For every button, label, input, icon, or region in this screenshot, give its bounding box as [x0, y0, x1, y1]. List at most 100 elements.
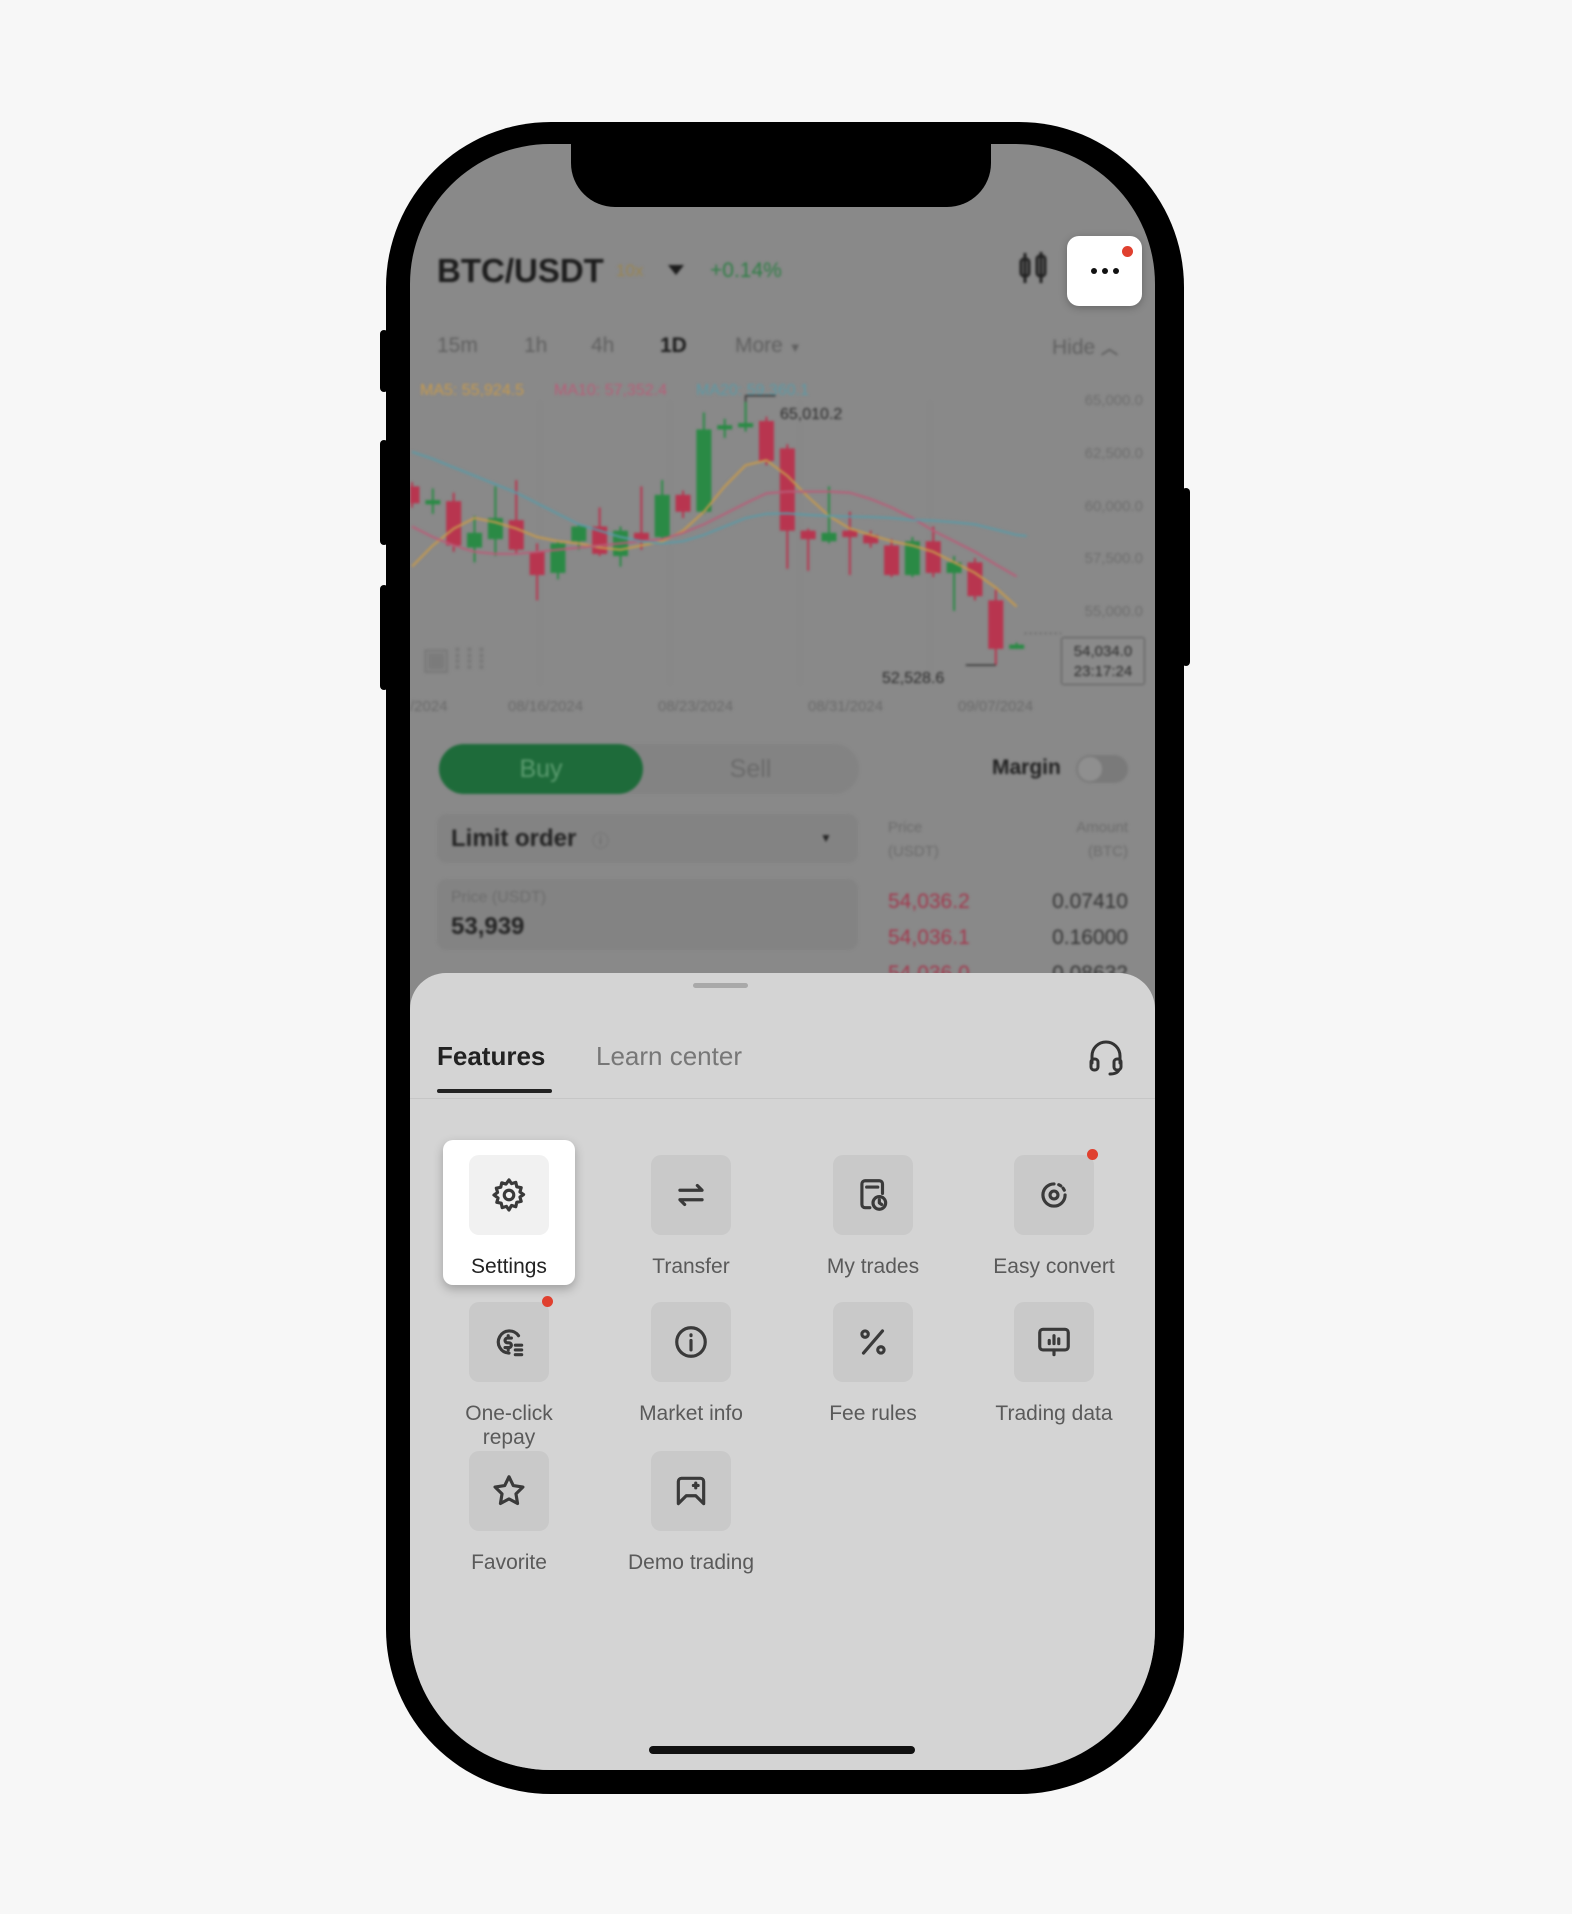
feature-icon-box [469, 1296, 553, 1382]
phone-side-button [380, 330, 388, 392]
margin-label: Margin [992, 756, 1061, 779]
notification-badge [1087, 1149, 1098, 1160]
x-tick: /2024 [410, 698, 448, 715]
caret-down-icon: ▼ [820, 831, 832, 845]
header-line: Price [888, 819, 923, 836]
candle-body [425, 500, 441, 505]
feature-market-info[interactable]: Market info [625, 1287, 757, 1426]
candle-body [675, 494, 691, 512]
candle-body [410, 486, 420, 504]
dot [1090, 268, 1097, 274]
more-options-button[interactable] [1067, 236, 1142, 306]
feature-settings[interactable]: Settings [443, 1140, 575, 1285]
y-tick: 62,500.0 [1084, 444, 1143, 462]
last-price-tag: 54,034.0 23:17:24 [1061, 637, 1145, 685]
x-tick: 08/31/2024 [808, 698, 884, 715]
notification-badge [1122, 246, 1133, 257]
trade-history-icon [860, 1179, 888, 1211]
price-input-value: 53,939 [451, 913, 525, 940]
feature-label: Easy convert [993, 1255, 1115, 1278]
candle-body [446, 501, 462, 546]
price-input-label: Price (USDT) [451, 889, 547, 906]
phone-side-button [380, 440, 388, 545]
home-indicator [649, 1746, 915, 1754]
ask-amount: 0.07410 [1052, 890, 1128, 913]
headset-icon[interactable] [1086, 1037, 1126, 1077]
ask-price[interactable]: 54,036.2 [888, 884, 970, 920]
feature-transfer[interactable]: Transfer [625, 1140, 757, 1279]
ask-amount: 0.16000 [1052, 926, 1128, 949]
feature-demo-trading[interactable]: Demo trading [625, 1436, 757, 1575]
feature-icon-box [1014, 1302, 1094, 1382]
feature-favorite[interactable]: Favorite [443, 1436, 575, 1575]
candle-body [467, 532, 483, 548]
high-marker [744, 395, 776, 402]
info-icon[interactable]: ⓘ [592, 827, 609, 852]
buy-tab[interactable]: Buy [439, 744, 643, 794]
okx-watermark: ▣⁞⁞⁞ [422, 643, 489, 676]
feature-label: My trades [826, 1255, 920, 1278]
candle-body [508, 520, 524, 550]
candle-body [758, 420, 774, 462]
candle-countdown: 23:17:24 [1073, 663, 1133, 680]
x-tick: 08/23/2024 [658, 698, 734, 715]
candle-body [884, 545, 900, 576]
sell-tab[interactable]: Sell [643, 744, 858, 794]
candle-body [842, 530, 858, 538]
feature-icon-box [833, 1302, 913, 1382]
candle-body [738, 423, 754, 428]
divider [410, 1098, 1155, 1099]
y-tick: 65,000.0 [1084, 392, 1143, 409]
candle-body [696, 429, 712, 512]
high-price-label: 65,010.2 [780, 406, 843, 423]
feature-icon-box [1014, 1149, 1098, 1235]
convert-icon [1041, 1182, 1067, 1208]
feature-one-click-repay[interactable]: One-click repay [443, 1287, 575, 1450]
book-price-header: Price (USDT) [888, 816, 939, 864]
candle-body [550, 543, 566, 573]
star-icon [493, 1475, 525, 1506]
margin-toggle[interactable] [1076, 755, 1128, 783]
info-icon [675, 1326, 707, 1358]
header-line: (BTC) [1088, 843, 1128, 860]
phone-side-button [1182, 488, 1190, 666]
trading-data-icon [1038, 1327, 1070, 1357]
feature-fee-rules[interactable]: Fee rules [807, 1287, 939, 1426]
order-type-select[interactable]: Limit order ⓘ ▼ [437, 814, 858, 863]
feature-my-trades[interactable]: My trades [807, 1140, 939, 1279]
y-tick: 60,000.0 [1084, 497, 1143, 515]
feature-trading-data[interactable]: Trading data [988, 1287, 1120, 1426]
candle-body [821, 532, 837, 542]
tab-learn-center[interactable]: Learn center [596, 1041, 742, 1072]
phone-side-button [380, 585, 388, 690]
last-price: 54,034.0 [1073, 643, 1133, 660]
order-type-value: Limit order [451, 825, 577, 852]
feature-label: Settings [471, 1255, 547, 1278]
feature-icon-box [469, 1451, 549, 1531]
candle-body [779, 448, 795, 531]
candle-body [654, 494, 670, 538]
dot [1101, 268, 1108, 274]
book-amount-header: Amount (BTC) [1076, 816, 1128, 864]
repay-icon [496, 1329, 524, 1357]
phone-screen: BTC/USDT 10x +0.14% 15m 1h 4h 1D More ▼ … [410, 144, 1155, 1770]
y-tick: 55,000.0 [1084, 603, 1143, 620]
percent-icon [860, 1329, 886, 1355]
candlestick-chart[interactable] [410, 144, 1155, 744]
header-line: (USDT) [888, 843, 939, 860]
ask-price[interactable]: 54,036.1 [888, 920, 970, 956]
y-tick: 57,500.0 [1084, 550, 1143, 568]
features-bottom-sheet: Features Learn center Settings Transfer … [410, 973, 1155, 1770]
candle-body [967, 562, 983, 597]
feature-easy-convert[interactable]: Easy convert [988, 1140, 1120, 1279]
price-input[interactable]: Price (USDT) 53,939 [437, 879, 858, 950]
sheet-drag-handle[interactable] [693, 983, 748, 988]
dot [1112, 268, 1119, 274]
candle-body [988, 600, 1004, 649]
candle-body [571, 526, 587, 542]
candle-body [529, 551, 545, 576]
low-price-label: 52,528.6 [882, 670, 945, 687]
header-line: Amount [1076, 819, 1128, 836]
tab-features[interactable]: Features [437, 1041, 545, 1072]
ma20-line-ext [1016, 533, 1027, 537]
